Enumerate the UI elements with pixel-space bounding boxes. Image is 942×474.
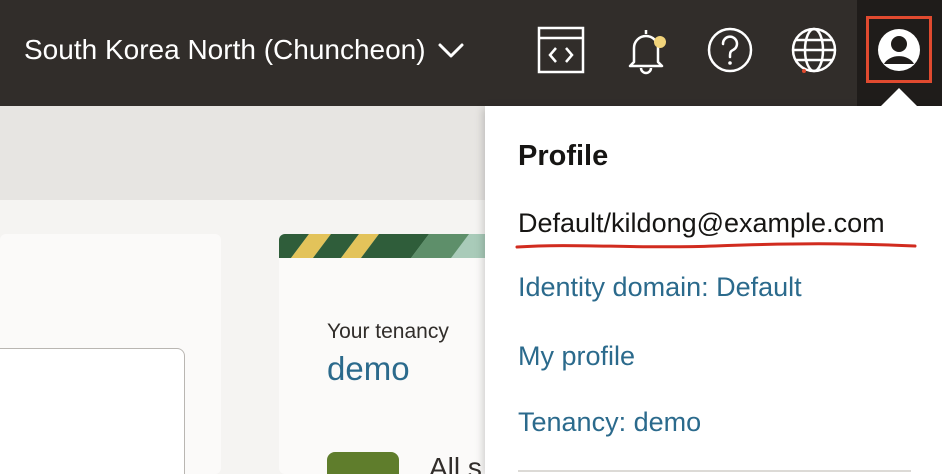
profile-title: Profile [518,140,609,172]
dropdown-caret [881,88,917,106]
notifications-bell-icon[interactable] [620,24,672,76]
card-section-heading: All s [429,452,482,474]
dashboard-card-left [0,234,221,474]
chevron-down-icon [438,43,464,58]
my-profile-link[interactable]: My profile [518,341,635,372]
annotation-underline [515,242,917,249]
language-globe-icon[interactable] [788,24,840,76]
user-email: Default/kildong@example.com [518,208,885,238]
card-inner-panel [0,348,185,474]
user-profile-button[interactable] [866,16,932,83]
profile-dropdown: Profile Default/kildong@example.com Iden… [485,106,942,474]
user-avatar-icon [878,28,920,71]
menu-divider [518,470,911,472]
region-selector[interactable]: South Korea North (Chuncheon) [24,30,466,70]
identity-domain-link[interactable]: Identity domain: Default [518,272,802,303]
region-label: South Korea North (Chuncheon) [24,34,426,65]
code-editor-icon[interactable] [535,24,587,76]
service-tile-icon [327,452,399,474]
tenancy-link[interactable]: Tenancy: demo [518,407,701,438]
tenancy-name-link[interactable]: demo [327,350,410,388]
help-icon[interactable] [704,24,756,76]
tenancy-label: Your tenancy [327,320,449,343]
